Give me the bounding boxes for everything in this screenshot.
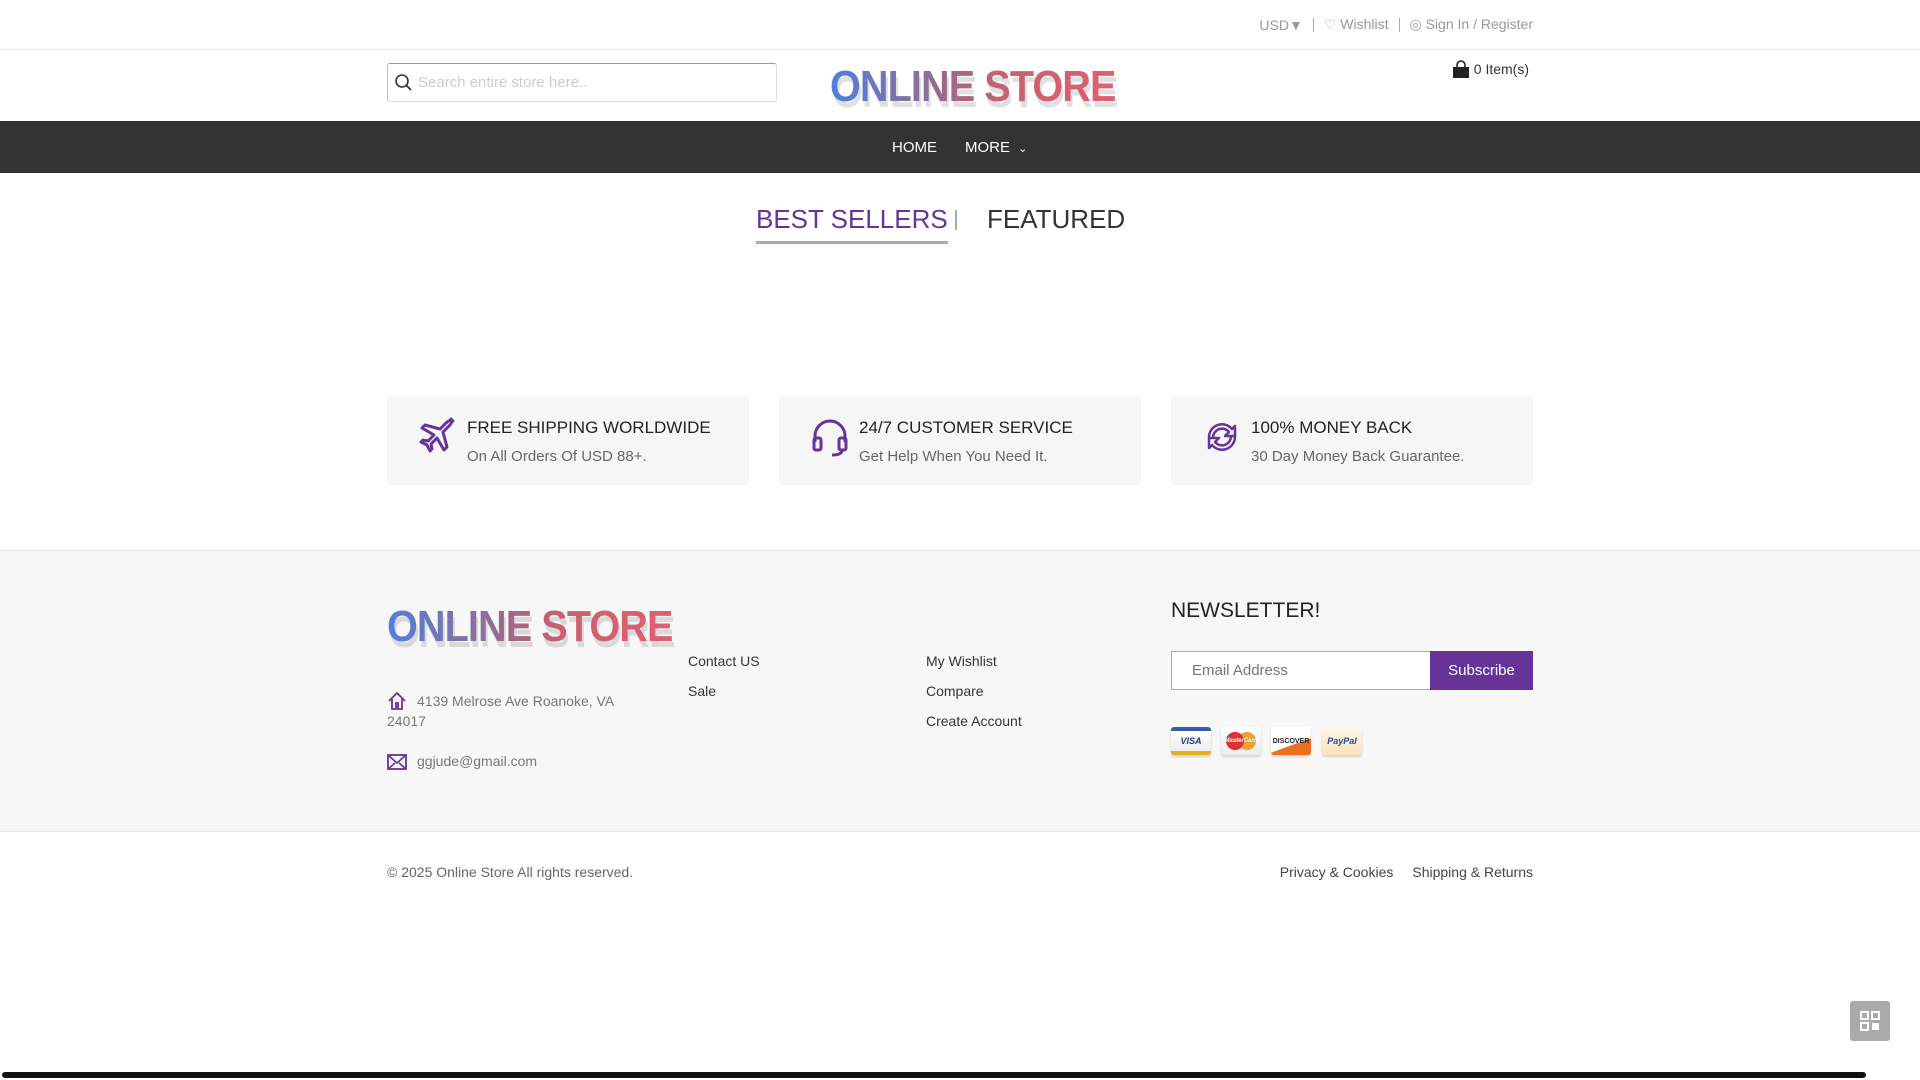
tab-best-sellers[interactable]: BEST SELLERS xyxy=(756,204,948,244)
address-line2: 24017 xyxy=(387,713,426,729)
feature-service: 24/7 CUSTOMER SERVICE Get Help When You … xyxy=(779,396,1141,485)
refresh-icon xyxy=(1207,423,1237,451)
contact-email[interactable]: ggjude@gmail.com xyxy=(417,753,537,769)
chevron-down-icon: ⌄ xyxy=(1018,143,1028,155)
mail-icon xyxy=(387,754,407,770)
airplane-icon xyxy=(419,417,455,453)
visa-card-icon: VISA xyxy=(1171,727,1211,755)
horizontal-scrollbar[interactable] xyxy=(2,1072,1866,1078)
shipping-returns-link[interactable]: Shipping & Returns xyxy=(1412,864,1533,880)
nav-more-label: MORE xyxy=(965,139,1010,156)
nav-more[interactable]: MORE ⌄ xyxy=(965,139,1027,156)
divider xyxy=(1312,17,1314,32)
heart-icon: ♡ xyxy=(1323,16,1341,32)
logo-text: ONLINE STORE xyxy=(830,62,1116,111)
header-logo[interactable]: ONLINE STORE ONLINE STORE xyxy=(830,60,1118,117)
currency-selector[interactable]: USD▼ xyxy=(1259,17,1302,33)
mastercard-icon: MasterCard xyxy=(1221,727,1261,755)
top-links: USD▼ ♡ Wishlist ◎ Sign In / Register xyxy=(1259,16,1533,33)
tab-featured[interactable]: FEATURED xyxy=(987,204,1125,235)
feature-title: 24/7 CUSTOMER SERVICE xyxy=(859,418,1073,437)
footer-link-contact[interactable]: Contact US xyxy=(688,653,760,669)
main-nav: HOME MORE ⌄ xyxy=(0,121,1920,173)
user-icon: ◎ xyxy=(1409,16,1426,32)
feature-title: FREE SHIPPING WORLDWIDE xyxy=(467,418,711,437)
footer-link-compare[interactable]: Compare xyxy=(926,683,984,699)
logo-text: ONLINE STORE xyxy=(387,602,673,651)
search-box[interactable] xyxy=(387,63,777,102)
wishlist-link[interactable]: ♡ Wishlist xyxy=(1324,16,1389,33)
divider xyxy=(1398,17,1400,32)
shopping-bag-icon xyxy=(1452,60,1469,78)
newsletter-email-input[interactable] xyxy=(1171,651,1431,690)
subscribe-button[interactable]: Subscribe xyxy=(1430,651,1533,690)
cart-count: 0 Item(s) xyxy=(1473,61,1529,77)
copyright: © 2025 Online Store All rights reserved. xyxy=(387,864,634,880)
feature-title: 100% MONEY BACK xyxy=(1251,418,1413,437)
search-icon[interactable] xyxy=(394,73,414,93)
top-bar xyxy=(0,0,1920,50)
discover-card-icon: DISCOVER xyxy=(1271,727,1311,755)
paypal-icon: PayPal xyxy=(1322,727,1362,755)
feature-shipping: FREE SHIPPING WORLDWIDE On All Orders Of… xyxy=(387,396,749,485)
feature-subtitle: On All Orders Of USD 88+. xyxy=(467,448,647,465)
qr-code-icon xyxy=(1860,1011,1880,1031)
feature-subtitle: Get Help When You Need It. xyxy=(859,448,1048,465)
feature-money-back: 100% MONEY BACK 30 Day Money Back Guaran… xyxy=(1171,396,1533,485)
sign-in-link[interactable]: ◎ Sign In / Register xyxy=(1410,16,1534,33)
headset-icon xyxy=(812,419,848,457)
sign-in-label: Sign In / Register xyxy=(1425,16,1533,32)
footer-logo[interactable]: ONLINE STORE ONLINE STORE xyxy=(387,600,675,657)
footer-link-create-account[interactable]: Create Account xyxy=(926,713,1022,729)
home-icon xyxy=(388,691,406,710)
address-line1: 4139 Melrose Ave Roanoke, VA xyxy=(417,693,615,709)
tab-divider xyxy=(955,210,957,230)
footer-link-sale[interactable]: Sale xyxy=(688,683,716,699)
footer-link-wishlist[interactable]: My Wishlist xyxy=(926,653,997,669)
nav-home[interactable]: HOME xyxy=(892,139,937,156)
newsletter-title: NEWSLETTER! xyxy=(1171,599,1321,622)
qr-code-button[interactable] xyxy=(1850,1001,1890,1041)
cart-button[interactable]: 0 Item(s) xyxy=(1452,60,1529,78)
feature-subtitle: 30 Day Money Back Guarantee. xyxy=(1251,448,1465,465)
privacy-link[interactable]: Privacy & Cookies xyxy=(1280,864,1394,880)
wishlist-label: Wishlist xyxy=(1340,16,1389,32)
search-input[interactable] xyxy=(418,74,758,91)
